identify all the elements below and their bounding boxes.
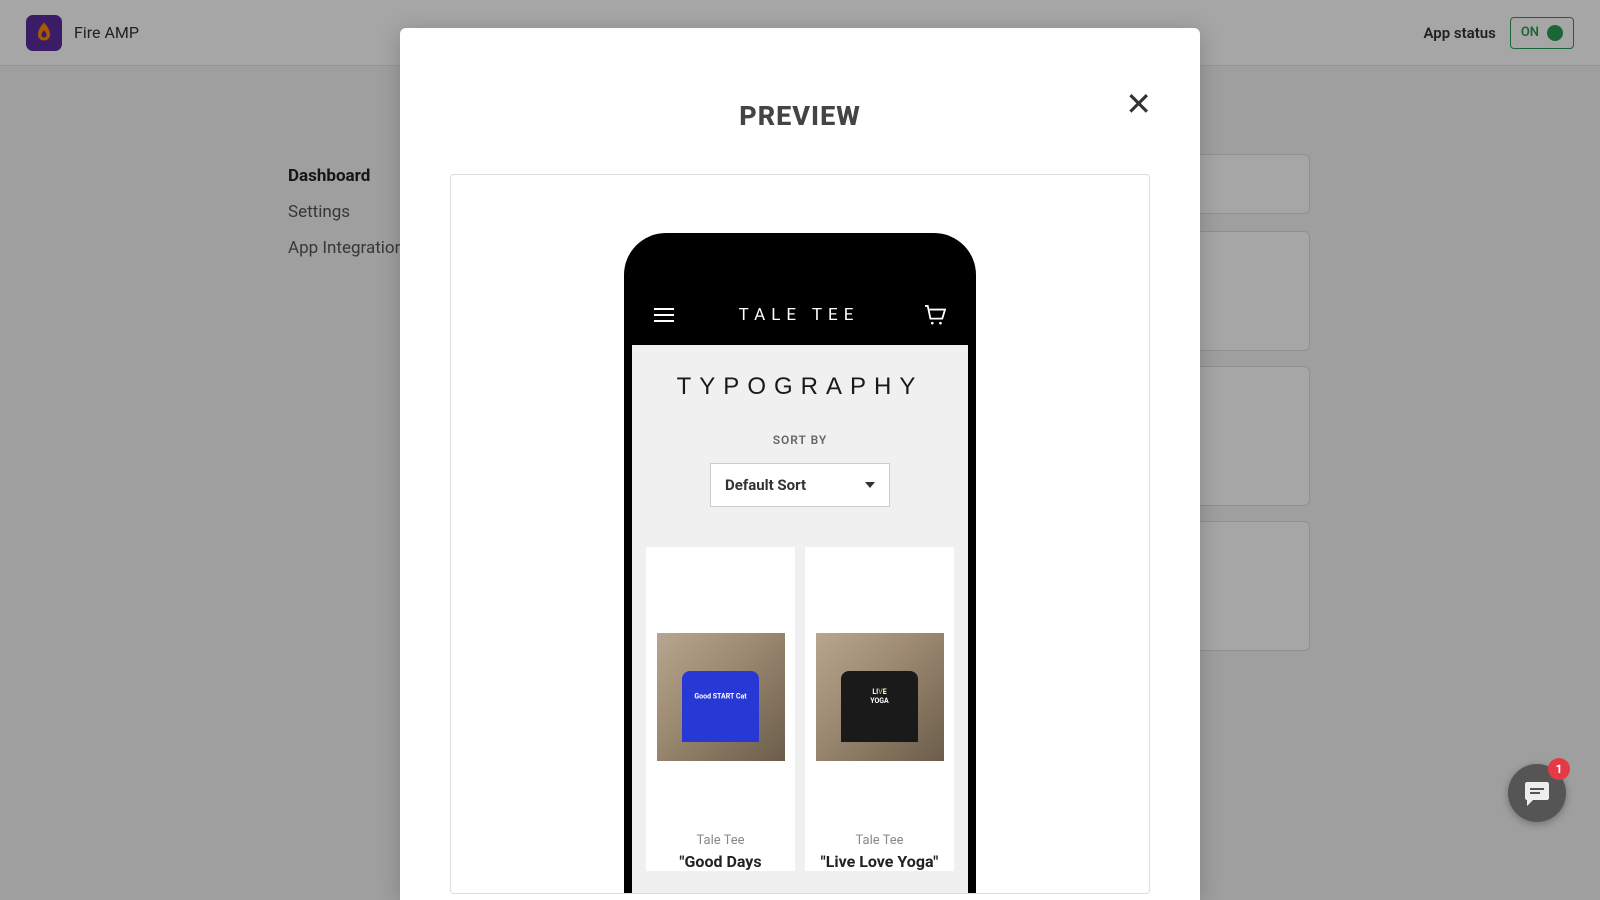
store-name: TALE TEE (739, 305, 860, 325)
category-title: TYPOGRAPHY (632, 373, 968, 401)
chat-button[interactable]: 1 (1508, 764, 1566, 822)
sort-label: SORT BY (632, 433, 968, 447)
product-card[interactable]: LIVEYOGA Tale Tee "Live Love Yoga" (805, 547, 954, 871)
product-image: Good START Cat (646, 547, 795, 767)
product-name: "Good Days (646, 852, 795, 871)
phone-screen: TALE TEE TYPOGRAPHY SORT BY Default Sort (632, 285, 968, 894)
product-card[interactable]: Good START Cat Tale Tee "Good Days (646, 547, 795, 871)
product-name: "Live Love Yoga" (805, 852, 954, 871)
chat-badge: 1 (1548, 758, 1570, 780)
product-image: LIVEYOGA (805, 547, 954, 767)
sort-select[interactable]: Default Sort (710, 463, 890, 507)
product-grid: Good START Cat Tale Tee "Good Days LIVEY… (632, 507, 968, 871)
store-body: TYPOGRAPHY SORT BY Default Sort Good STA… (632, 345, 968, 894)
store-header: TALE TEE (632, 285, 968, 345)
chat-icon (1523, 780, 1551, 806)
close-icon[interactable]: ✕ (1125, 88, 1152, 120)
sort-value: Default Sort (725, 476, 806, 494)
hamburger-icon[interactable] (654, 308, 674, 322)
modal-title: PREVIEW (444, 100, 1156, 132)
cart-icon[interactable] (924, 305, 946, 325)
preview-frame: TALE TEE TYPOGRAPHY SORT BY Default Sort (450, 174, 1150, 894)
product-brand: Tale Tee (805, 833, 954, 848)
preview-modal: ✕ PREVIEW TALE TEE TYPOGRAPHY SORT BY De… (400, 28, 1200, 900)
phone-mockup: TALE TEE TYPOGRAPHY SORT BY Default Sort (624, 233, 976, 894)
chevron-down-icon (865, 482, 875, 488)
product-brand: Tale Tee (646, 833, 795, 848)
